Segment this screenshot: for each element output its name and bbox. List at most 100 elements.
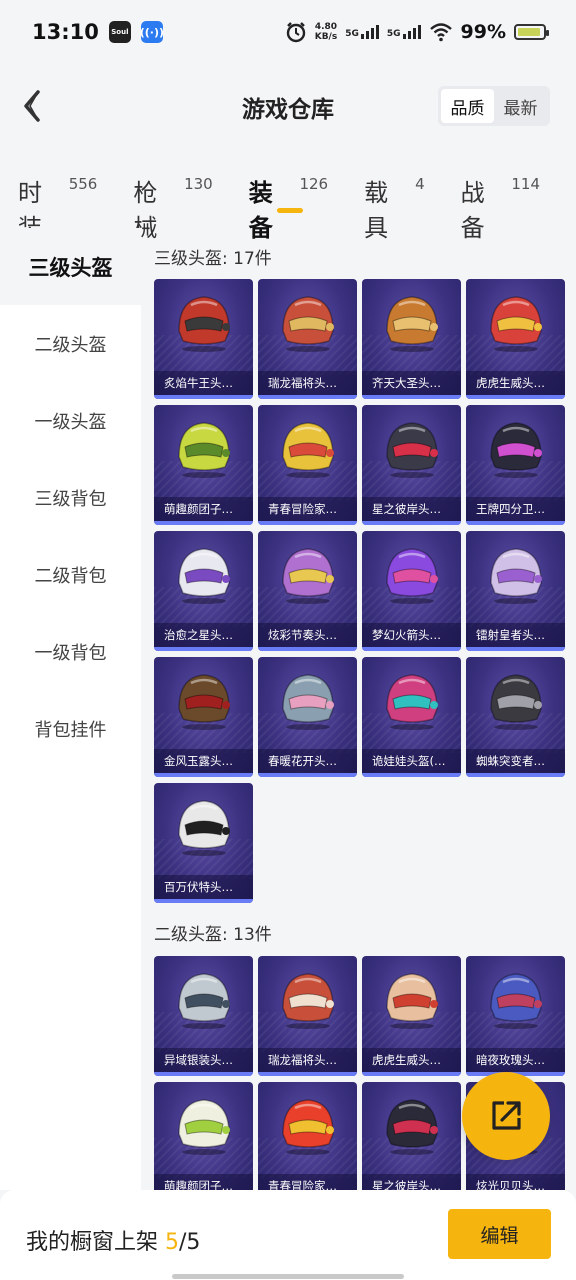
sidebar-item-level3-helmet[interactable]: 三级头盔 (0, 228, 141, 305)
helmet-icon (281, 296, 334, 352)
helmet-icon (177, 973, 230, 1029)
rarity-bar (258, 773, 357, 777)
item-name: 青春冒险家… (258, 1174, 357, 1190)
signal-2: 5G (387, 25, 421, 39)
soul-app-icon: Soul (108, 21, 131, 43)
section-title: 二级头盔: 13件 (154, 925, 272, 945)
item-card[interactable]: 春暖花开头… (258, 657, 357, 777)
item-grid: 炙焰牛王头… 瑞龙福将头… 齐天大圣头… 虎虎生威头… 萌趣颜团子… 青春冒险家… 星之彼岸… (154, 279, 565, 903)
helmet-icon (177, 1099, 230, 1155)
rarity-bar (466, 395, 565, 399)
item-name: 瑞龙福将头… (258, 1048, 357, 1072)
status-time: 13:10 (32, 20, 99, 44)
rarity-bar (154, 899, 253, 903)
item-name: 齐天大圣头… (362, 371, 461, 395)
sort-toggle: 品质 最新 (438, 86, 550, 126)
item-card[interactable]: 金风玉露头… (154, 657, 253, 777)
helmet-icon (281, 422, 334, 478)
helmet-icon (489, 422, 542, 478)
status-bar: 13:10 Soul ((·)) 4.80 KB/s 5G 5G 99% (0, 0, 576, 64)
back-arrow-icon[interactable] (18, 86, 48, 126)
sidebar-item-level1-helmet[interactable]: 一级头盔 (0, 382, 141, 459)
signal-1: 5G (345, 25, 379, 39)
sort-latest-button[interactable]: 最新 (494, 89, 547, 123)
item-name: 虎虎生威头… (362, 1048, 461, 1072)
battery-percent: 99% (460, 21, 506, 43)
item-card[interactable]: 蜘蛛突变者… (466, 657, 565, 777)
item-card[interactable]: 萌趣颜团子… (154, 405, 253, 525)
item-list: 三级头盔: 17件 炙焰牛王头… 瑞龙福将头… 齐天大圣头… 虎虎生威头… 萌趣颜团子…… (141, 228, 576, 1190)
item-name: 梦幻火箭头… (362, 623, 461, 647)
sidebar-item-level1-backpack[interactable]: 一级背包 (0, 613, 141, 690)
item-name: 诡娃娃头盔(… (362, 749, 461, 773)
sidebar-item-level2-helmet[interactable]: 二级头盔 (0, 305, 141, 382)
showcase-label: 我的橱窗上架 (26, 1230, 165, 1255)
item-card[interactable]: 瑞龙福将头… (258, 279, 357, 399)
share-fab-button[interactable] (462, 1072, 550, 1160)
item-card[interactable]: 齐天大圣头… (362, 279, 461, 399)
sidebar-item-backpack-charm[interactable]: 背包挂件 (0, 690, 141, 767)
helmet-icon (489, 674, 542, 730)
helmet-icon (385, 296, 438, 352)
helmet-icon (489, 548, 542, 604)
tab-count: 126 (299, 175, 329, 193)
rarity-bar (466, 773, 565, 777)
tab-weapons[interactable]: 枪械 130 (133, 148, 213, 242)
edit-button[interactable]: 编辑 (448, 1209, 551, 1259)
sidebar-item-level3-backpack[interactable]: 三级背包 (0, 459, 141, 536)
item-name: 青春冒险家… (258, 497, 357, 521)
item-card[interactable]: 百万伏特头… (154, 783, 253, 903)
item-name: 镭射皇者头… (466, 623, 565, 647)
tab-fashion[interactable]: 时装 556 (18, 148, 97, 242)
rarity-bar (362, 773, 461, 777)
helmet-icon (177, 296, 230, 352)
helmet-icon (281, 548, 334, 604)
sort-quality-button[interactable]: 品质 (441, 89, 494, 123)
tab-count: 130 (184, 175, 213, 193)
network-speed: 4.80 KB/s (314, 22, 338, 42)
helmet-icon (281, 674, 334, 730)
battery-icon (514, 24, 549, 40)
item-card[interactable]: 治愈之星头… (154, 531, 253, 651)
item-card[interactable]: 诡娃娃头盔(… (362, 657, 461, 777)
item-card[interactable]: 镭射皇者头… (466, 531, 565, 651)
item-name: 蜘蛛突变者… (466, 749, 565, 773)
item-card[interactable]: 虎虎生威头… (362, 956, 461, 1076)
item-card[interactable]: 炙焰牛王头… (154, 279, 253, 399)
signal-bars-icon (360, 25, 379, 39)
item-card[interactable]: 异域银装头… (154, 956, 253, 1076)
item-card[interactable]: 瑞龙福将头… (258, 956, 357, 1076)
wifi-icon (429, 23, 452, 42)
item-card[interactable]: 青春冒险家… (258, 405, 357, 525)
item-card[interactable]: 梦幻火箭头… (362, 531, 461, 651)
rarity-bar (362, 647, 461, 651)
rarity-bar (154, 521, 253, 525)
helmet-icon (385, 422, 438, 478)
item-card[interactable]: 王牌四分卫… (466, 405, 565, 525)
tab-supplies[interactable]: 战备 114 (461, 148, 540, 242)
home-indicator[interactable] (172, 1274, 404, 1279)
item-card[interactable]: 暗夜玫瑰头… (466, 956, 565, 1076)
helmet-icon (385, 674, 438, 730)
item-name: 春暖花开头… (258, 749, 357, 773)
item-card[interactable]: 虎虎生威头… (466, 279, 565, 399)
rarity-bar (362, 521, 461, 525)
item-card[interactable]: 炫彩节奏头… (258, 531, 357, 651)
tab-equipment[interactable]: 装备 126 (249, 148, 329, 242)
item-card[interactable]: 星之彼岸头… (362, 1082, 461, 1190)
showcase-status: 我的橱窗上架 5/5 (26, 1224, 200, 1256)
rarity-bar (258, 521, 357, 525)
item-card[interactable]: 萌趣颜团子… (154, 1082, 253, 1190)
item-name: 炫彩节奏头… (258, 623, 357, 647)
item-card[interactable]: 星之彼岸头… (362, 405, 461, 525)
sidebar-item-level2-backpack[interactable]: 二级背包 (0, 536, 141, 613)
item-name: 金风玉露头… (154, 749, 253, 773)
item-card[interactable]: 青春冒险家… (258, 1082, 357, 1190)
rarity-bar (466, 647, 565, 651)
item-name: 暗夜玫瑰头… (466, 1048, 565, 1072)
telecom-app-icon: ((·)) (140, 21, 164, 43)
item-name: 萌趣颜团子… (154, 1174, 253, 1190)
tab-vehicles[interactable]: 载具 4 (364, 148, 425, 242)
external-link-icon (492, 1101, 521, 1130)
showcase-count-total: /5 (179, 1230, 201, 1255)
